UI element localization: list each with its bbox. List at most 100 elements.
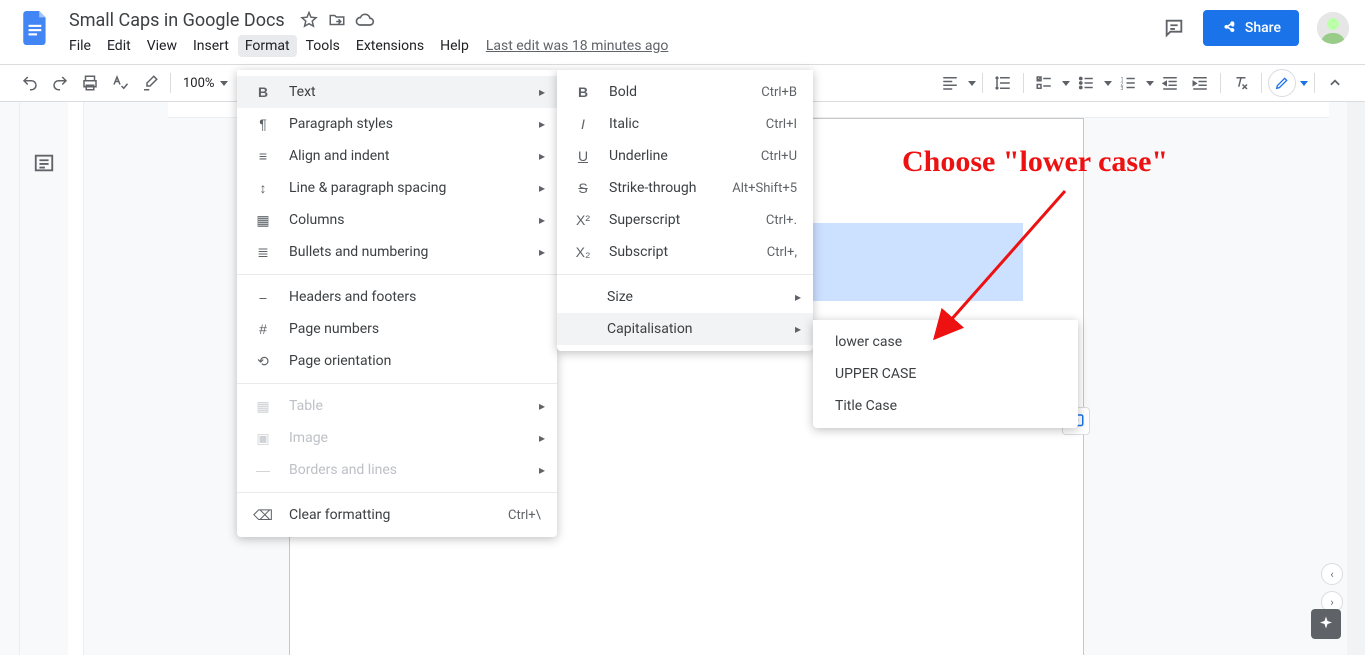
document-title[interactable]: Small Caps in Google Docs	[62, 8, 292, 33]
collapse-toolbar-button[interactable]	[1321, 69, 1349, 97]
format-dropdown: BText¶Paragraph styles≡Align and indent↕…	[237, 70, 557, 537]
zoom-select[interactable]: 100%	[177, 76, 234, 91]
format-item-align-and-indent[interactable]: ≡Align and indent	[237, 140, 557, 172]
spellcheck-button[interactable]	[106, 69, 134, 97]
italic-icon: I	[573, 114, 593, 134]
text-item-superscript[interactable]: X²SuperscriptCtrl+.	[557, 204, 813, 236]
format-item-columns[interactable]: ▦ Columns	[237, 204, 557, 236]
move-icon[interactable]	[326, 9, 348, 31]
menu-item-label: lower case	[835, 334, 1062, 350]
text-item-size[interactable]: Size	[557, 281, 813, 313]
shortcut-label: Ctrl+,	[767, 245, 797, 260]
menu-item-label: Underline	[609, 148, 745, 164]
text-icon: B	[253, 82, 273, 102]
format-item-borders-and-lines: — Borders and lines	[237, 454, 557, 486]
shortcut-label: Ctrl+B	[761, 85, 797, 100]
print-button[interactable]	[76, 69, 104, 97]
last-edit-link[interactable]: Last edit was 18 minutes ago	[486, 38, 669, 54]
menu-help[interactable]: Help	[433, 35, 476, 57]
menu-item-label: Text	[289, 84, 541, 100]
clear-formatting-icon: ⌫	[253, 505, 273, 525]
share-button[interactable]: Share	[1203, 10, 1299, 46]
menu-extensions[interactable]: Extensions	[349, 35, 431, 57]
format-item-bullets-and-numbering[interactable]: ≣Bullets and numbering	[237, 236, 557, 268]
account-avatar[interactable]	[1317, 12, 1349, 44]
explore-button[interactable]	[1311, 609, 1341, 639]
format-item-page-orientation[interactable]: ⟲Page orientation	[237, 345, 557, 377]
star-icon[interactable]	[298, 9, 320, 31]
text-item-underline[interactable]: UUnderlineCtrl+U	[557, 140, 813, 172]
shortcut-label: Alt+Shift+5	[732, 181, 797, 196]
line-spacing-button[interactable]	[989, 69, 1017, 97]
redo-button[interactable]	[46, 69, 74, 97]
outline-toggle-icon[interactable]	[33, 152, 55, 174]
cap-item-upper-case[interactable]: UPPER CASE	[813, 358, 1078, 390]
page-nav: ‹ ›	[1321, 563, 1343, 613]
menu-item-label: Line & paragraph spacing	[289, 180, 541, 196]
cloud-status-icon[interactable]	[354, 9, 376, 31]
menu-bar: File Edit View Insert Format Tools Exten…	[62, 34, 1163, 58]
menu-item-label: Strike-through	[609, 180, 716, 196]
format-item-image: ▣Image	[237, 422, 557, 454]
menu-item-label: Borders and lines	[289, 462, 541, 478]
zoom-value: 100%	[183, 76, 214, 91]
bulleted-list-button[interactable]	[1072, 69, 1100, 97]
paragraph-styles-icon: ¶	[253, 114, 273, 134]
format-item-page-numbers[interactable]: #Page numbers	[237, 313, 557, 345]
text-item-capitalisation[interactable]: Capitalisation	[557, 313, 813, 345]
strike-through-icon: S	[573, 178, 593, 198]
menu-item-label: Paragraph styles	[289, 116, 541, 132]
table-icon: ▦	[253, 396, 273, 416]
text-item-subscript[interactable]: X₂SubscriptCtrl+,	[557, 236, 813, 268]
menu-tools[interactable]: Tools	[299, 35, 347, 57]
nav-prev[interactable]: ‹	[1321, 563, 1343, 585]
menu-file[interactable]: File	[62, 35, 98, 57]
docs-logo[interactable]	[16, 8, 56, 48]
text-item-strike-through[interactable]: S Strike-through Alt+Shift+5	[557, 172, 813, 204]
decrease-indent-button[interactable]	[1156, 69, 1184, 97]
format-item-table: ▦Table	[237, 390, 557, 422]
menu-edit[interactable]: Edit	[100, 35, 138, 57]
align-and-indent-icon: ≡	[253, 146, 273, 166]
left-gutter	[0, 102, 20, 655]
bullets-and-numbering-icon: ≣	[253, 242, 273, 262]
shortcut-label: Ctrl+I	[766, 117, 797, 132]
format-item-text[interactable]: B Text	[237, 76, 557, 108]
cap-item-title-case[interactable]: Title Case	[813, 390, 1078, 422]
paint-format-button[interactable]	[136, 69, 164, 97]
menu-item-label: Capitalisation	[607, 321, 797, 337]
menu-insert[interactable]: Insert	[186, 35, 236, 57]
format-item-line-paragraph-spacing[interactable]: ↕ Line & paragraph spacing	[237, 172, 557, 204]
text-item-italic[interactable]: IItalicCtrl+I	[557, 108, 813, 140]
clear-formatting-button[interactable]	[1227, 69, 1255, 97]
menu-item-label: UPPER CASE	[835, 366, 1062, 382]
align-button[interactable]	[936, 69, 964, 97]
text-submenu: BBoldCtrl+BIItalicCtrl+IUUnderlineCtrl+U…	[557, 70, 813, 351]
format-item-paragraph-styles[interactable]: ¶ Paragraph styles	[237, 108, 557, 140]
numbered-list-button[interactable]: 123	[1114, 69, 1142, 97]
comments-icon[interactable]	[1163, 17, 1185, 39]
menu-item-label: Title Case	[835, 398, 1062, 414]
capitalisation-submenu: lower case UPPER CASE Title Case	[813, 320, 1078, 428]
share-button-label: Share	[1245, 20, 1281, 36]
menu-item-label: Superscript	[609, 212, 750, 228]
menu-view[interactable]: View	[140, 35, 184, 57]
menu-item-label: Bold	[609, 84, 745, 100]
menu-item-label: Headers and footers	[289, 289, 541, 305]
format-item-headers-and-footers[interactable]: ⎯ Headers and footers	[237, 281, 557, 313]
scrollbar-placeholder[interactable]	[1347, 102, 1365, 655]
menu-item-label: Columns	[289, 212, 541, 228]
line-paragraph-spacing-icon: ↕	[253, 178, 273, 198]
menu-format[interactable]: Format	[238, 35, 297, 57]
format-item-clear-formatting[interactable]: ⌫Clear formattingCtrl+\	[237, 499, 557, 531]
headers-and-footers-icon: ⎯	[253, 287, 273, 307]
columns-icon: ▦	[253, 210, 273, 230]
undo-button[interactable]	[16, 69, 44, 97]
text-item-bold[interactable]: BBoldCtrl+B	[557, 76, 813, 108]
editing-mode-button[interactable]	[1268, 69, 1296, 97]
cap-item-lower-case[interactable]: lower case	[813, 326, 1078, 358]
menu-item-label: Image	[289, 430, 541, 446]
checklist-button[interactable]	[1030, 69, 1058, 97]
increase-indent-button[interactable]	[1186, 69, 1214, 97]
borders-and-lines-icon: —	[253, 460, 273, 480]
